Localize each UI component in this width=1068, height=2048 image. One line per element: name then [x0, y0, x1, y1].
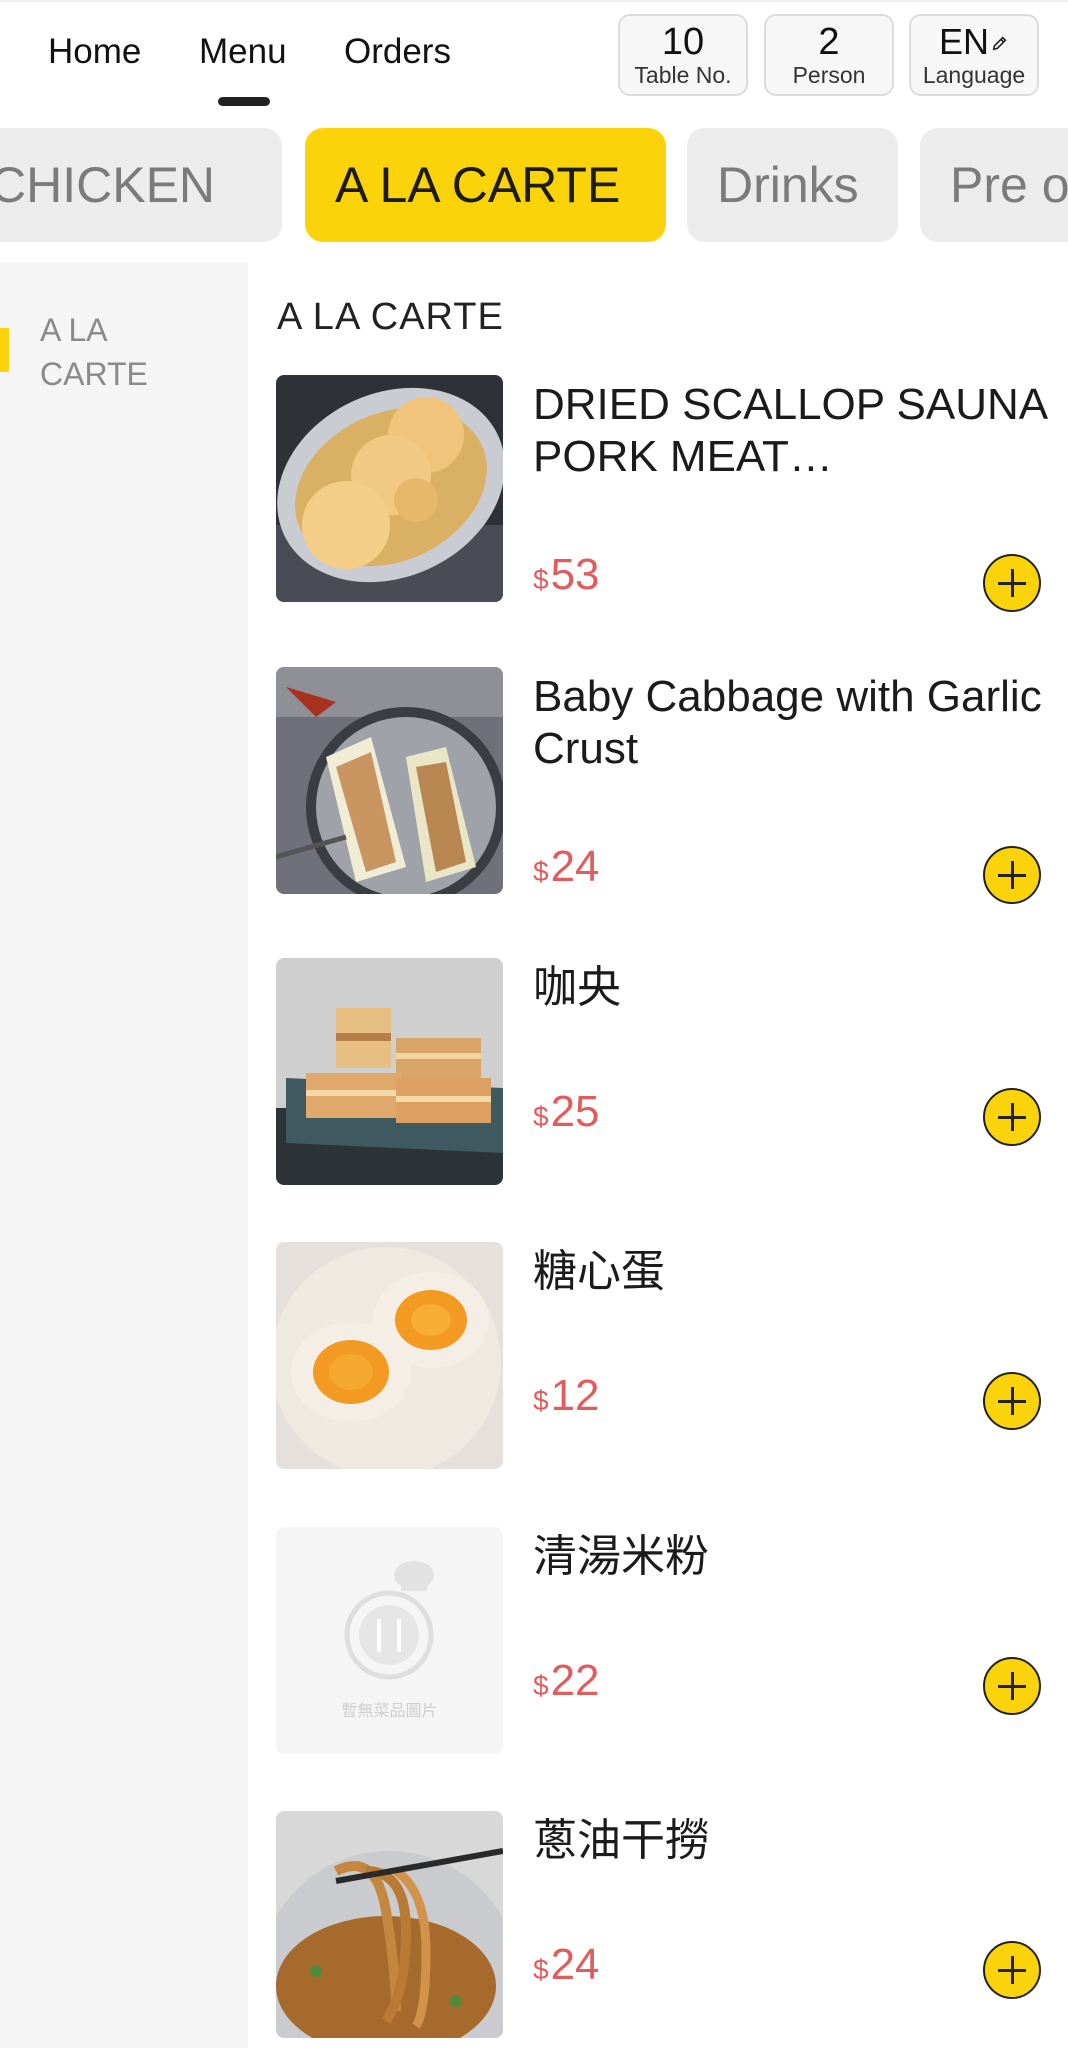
add-to-cart-button[interactable]	[983, 846, 1041, 904]
tab-home[interactable]: Home	[48, 32, 141, 72]
item-image-soft-boiled-egg	[276, 1242, 503, 1469]
currency-symbol: $	[533, 1101, 549, 1132]
price-value: 12	[550, 1371, 600, 1420]
item-price: $25	[533, 1088, 600, 1141]
table-number-value: 10	[661, 21, 705, 63]
item-price: $12	[533, 1372, 600, 1425]
section-title: A LA CARTE	[277, 296, 504, 338]
sidebar-item-a-la-carte[interactable]: A LA CARTE	[40, 308, 220, 396]
menu-item[interactable]: 暫無菜品圖片 清湯米粉 $22	[276, 1527, 1056, 1757]
currency-symbol: $	[533, 856, 549, 887]
person-count-label: Person	[792, 62, 866, 88]
item-name: Baby Cabbage with Garlic Crust	[533, 672, 1042, 773]
category-tabs: CHICKEN A LA CARTE Drinks Pre o	[0, 128, 1068, 244]
item-name: 蔥油干撈	[533, 1816, 709, 1865]
language-value: EN	[938, 21, 989, 62]
tab-menu[interactable]: Menu	[199, 32, 287, 72]
sidebar: A LA CARTE	[0, 262, 248, 2048]
person-count-value: 2	[818, 21, 840, 63]
item-image-scallion-noodles	[276, 1811, 503, 2038]
no-image-text: 暫無菜品圖片	[341, 1703, 438, 1720]
item-image-baby-cabbage	[276, 667, 503, 894]
currency-symbol: $	[533, 564, 549, 595]
tab-orders[interactable]: Orders	[344, 32, 451, 72]
price-value: 24	[550, 842, 600, 891]
pencil-icon	[992, 36, 1007, 51]
menu-item[interactable]: DRIED SCALLOP SAUNA PORK MEAT… $53	[276, 375, 1056, 612]
item-image-placeholder: 暫無菜品圖片	[276, 1527, 503, 1754]
item-image-kaya-toast	[276, 958, 503, 1185]
person-count-box[interactable]: 2 Person	[764, 14, 894, 96]
table-number-label: Table No.	[634, 62, 732, 88]
item-price: $22	[533, 1657, 600, 1710]
add-to-cart-button[interactable]	[983, 1372, 1041, 1430]
item-image-dried-scallop	[276, 375, 503, 602]
top-nav: Home Menu Orders 10 Table No. 2 Person E…	[0, 0, 1068, 122]
menu-item[interactable]: Baby Cabbage with Garlic Crust $24	[276, 667, 1056, 904]
item-price: $24	[533, 1941, 600, 1994]
item-name: 糖心蛋	[533, 1247, 665, 1296]
sidebar-active-indicator	[0, 328, 9, 372]
price-value: 25	[550, 1087, 600, 1136]
category-drinks[interactable]: Drinks	[687, 128, 898, 242]
category-chicken[interactable]: CHICKEN	[0, 128, 282, 242]
currency-symbol: $	[533, 1385, 549, 1416]
active-tab-indicator	[218, 97, 270, 106]
item-price: $24	[533, 843, 600, 896]
menu-item[interactable]: 蔥油干撈 $24	[276, 1811, 1056, 2041]
item-name: DRIED SCALLOP SAUNA PORK MEAT…	[533, 380, 1046, 481]
price-value: 22	[550, 1656, 600, 1705]
add-to-cart-button[interactable]	[983, 554, 1041, 612]
price-value: 24	[550, 1940, 600, 1989]
currency-symbol: $	[533, 1670, 549, 1701]
item-price: $53	[533, 551, 600, 604]
currency-symbol: $	[533, 1954, 549, 1985]
language-label: Language	[922, 62, 1026, 88]
item-name: 清湯米粉	[533, 1532, 709, 1581]
price-value: 53	[550, 550, 600, 599]
language-selector[interactable]: EN Language	[909, 14, 1039, 96]
menu-item[interactable]: 咖央 $25	[276, 958, 1056, 1188]
table-number-box[interactable]: 10 Table No.	[618, 14, 748, 96]
category-pre-order[interactable]: Pre o	[920, 128, 1068, 242]
add-to-cart-button[interactable]	[983, 1088, 1041, 1146]
add-to-cart-button[interactable]	[983, 1941, 1041, 1999]
category-a-la-carte[interactable]: A LA CARTE	[305, 128, 666, 242]
menu-item[interactable]: 糖心蛋 $12	[276, 1242, 1056, 1472]
add-to-cart-button[interactable]	[983, 1657, 1041, 1715]
item-name: 咖央	[533, 963, 621, 1012]
